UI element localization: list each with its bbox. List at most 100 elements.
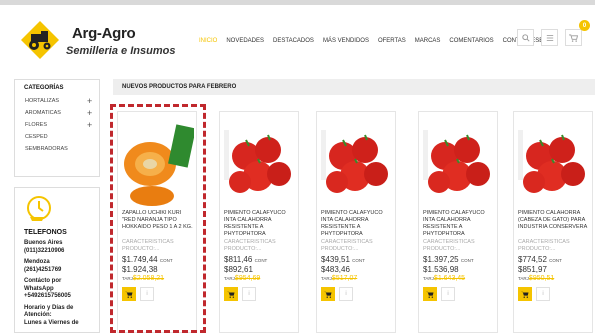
- info-button[interactable]: i: [536, 287, 550, 301]
- contact-line: +5492615756005: [24, 293, 71, 299]
- product-image[interactable]: [321, 118, 393, 208]
- price-cash: $774,52 CONT: [518, 255, 562, 264]
- cart-count-badge: 0: [579, 20, 590, 31]
- contact-line: (011)32210906: [24, 247, 65, 254]
- nav-item-5[interactable]: MARCAS: [415, 38, 441, 44]
- price-value: $774,52: [518, 255, 547, 264]
- cart-icon: [227, 291, 235, 298]
- category-item[interactable]: AROMATICAS: [25, 110, 61, 116]
- nav-item-6[interactable]: COMENTARIOS: [449, 38, 493, 44]
- contact-line: Buenos Aires: [24, 240, 63, 246]
- price-card: $892,61: [224, 265, 253, 274]
- product-desc: CARACTERISTICAS PRODUCTO:...: [423, 239, 475, 252]
- brand-name[interactable]: Arg-Agro: [72, 25, 136, 42]
- old-price: TARJ$950,51: [518, 275, 554, 282]
- product-card[interactable]: PIMIENTO CALAHORRA (CABEZA DE GATO) PARA…: [513, 111, 593, 333]
- categories-title: CATEGORÍAS: [24, 85, 64, 91]
- contact-line: Lunes a Viernes de: [24, 319, 79, 326]
- expand-plus-icon[interactable]: +: [87, 121, 92, 130]
- price-value: $1.749,44: [122, 255, 158, 264]
- price-suffix: CONT: [159, 258, 173, 263]
- section-header: NUEVOS PRODUCTOS PARA FEBRERO: [113, 79, 595, 95]
- cart-icon: [125, 291, 133, 298]
- category-item[interactable]: FLORES: [25, 122, 47, 128]
- add-to-cart-button[interactable]: [423, 287, 437, 301]
- nav-item-0[interactable]: INICIO: [199, 38, 217, 44]
- product-image[interactable]: [518, 118, 590, 208]
- product-name[interactable]: PIMIENTO CALAFYUCO INTA CALAHORRA RESIST…: [423, 210, 497, 238]
- old-price: TARJ$1.643,45: [423, 275, 465, 282]
- product-image[interactable]: [423, 118, 495, 208]
- price-value: $1.397,25: [423, 255, 459, 264]
- product-card[interactable]: PIMIENTO CALAFYUCO INTA CALAHORRA RESIST…: [219, 111, 299, 333]
- old-price-label: TARJ: [321, 276, 332, 281]
- product-name[interactable]: PIMIENTO CALAHORRA (CABEZA DE GATO) PARA…: [518, 210, 592, 231]
- old-price-value: $1.643,45: [433, 275, 466, 282]
- info-button[interactable]: i: [339, 287, 353, 301]
- search-icon: [521, 33, 530, 42]
- contact-line: Mendoza: [24, 259, 50, 265]
- product-card[interactable]: PIMIENTO CALAFYUCO INTA CALAHORRA RESIST…: [316, 111, 396, 333]
- add-to-cart-button[interactable]: [518, 287, 532, 301]
- product-name[interactable]: PIMIENTO CALAFYUCO INTA CALAHORRA RESIST…: [224, 210, 298, 238]
- expand-plus-icon[interactable]: +: [87, 97, 92, 106]
- price-card: $1.924,38: [122, 265, 158, 274]
- old-price-value: $954,69: [234, 275, 261, 282]
- product-image[interactable]: [122, 118, 194, 208]
- add-to-cart-button[interactable]: [321, 287, 335, 301]
- price-cash: $439,51 CONT: [321, 255, 365, 264]
- contact-line: (261)4251769: [24, 266, 62, 273]
- price-cash: $1.749,44 CONT: [122, 255, 173, 264]
- contact-line: Contácto por: [24, 278, 62, 284]
- price-suffix: CONT: [549, 258, 562, 263]
- contact-line: WhatsApp: [24, 285, 54, 292]
- price-cash: $1.397,25 CONT: [423, 255, 474, 264]
- old-price-value: $517,07: [331, 275, 358, 282]
- old-price-label: TARJ: [122, 276, 133, 281]
- search-button[interactable]: [517, 29, 534, 46]
- product-desc: CARACTERISTICAS PRODUCTO:...: [518, 239, 570, 252]
- nav-item-2[interactable]: DESTACADOS: [273, 38, 314, 44]
- cart-icon: [569, 33, 578, 42]
- old-price: TARJ$954,69: [224, 275, 260, 282]
- page: Arg-Agro Semilleria e Insumos INICIO NOVE…: [0, 0, 595, 333]
- category-item[interactable]: HORTALIZAS: [25, 98, 59, 104]
- info-icon: i: [146, 291, 148, 297]
- product-image[interactable]: [224, 118, 296, 208]
- categories-panel: CATEGORÍAS HORTALIZAS + AROMATICAS + FLORES +…: [14, 79, 100, 177]
- category-item[interactable]: CESPED: [25, 134, 48, 140]
- info-button[interactable]: i: [242, 287, 256, 301]
- price-card: $1.536,98: [423, 265, 459, 274]
- add-to-cart-button[interactable]: [224, 287, 238, 301]
- header: Arg-Agro Semilleria e Insumos INICIO NOVE…: [0, 5, 595, 65]
- main-nav: INICIO NOVEDADES DESTACADOS MÁS VENDIDOS OFE…: [199, 38, 543, 44]
- contact-panel: TELEFONOS Buenos Aires (011)32210906 Mendo…: [14, 187, 100, 333]
- section-title: NUEVOS PRODUCTOS PARA FEBRERO: [122, 84, 237, 90]
- info-icon: i: [345, 291, 347, 297]
- category-item[interactable]: SEMBRADORAS: [25, 146, 68, 152]
- info-icon: i: [248, 291, 250, 297]
- tractor-logo-icon[interactable]: [20, 20, 60, 60]
- old-price: TARJ$517,07: [321, 275, 357, 282]
- info-button[interactable]: i: [441, 287, 455, 301]
- product-card[interactable]: PIMIENTO CALAFYUCO INTA CALAHORRA RESIST…: [418, 111, 498, 333]
- nav-item-4[interactable]: OFERTAS: [378, 38, 406, 44]
- cart-button[interactable]: [565, 29, 582, 46]
- nav-item-3[interactable]: MÁS VENDIDOS: [323, 38, 369, 44]
- price-card: $483,46: [321, 265, 350, 274]
- info-button[interactable]: i: [140, 287, 154, 301]
- expand-plus-icon[interactable]: +: [87, 109, 92, 118]
- product-name[interactable]: PIMIENTO CALAFYUCO INTA CALAHORRA RESIST…: [321, 210, 395, 238]
- product-desc: CARACTERISTICAS PRODUCTO:...: [122, 239, 174, 252]
- old-price-value: $950,51: [528, 275, 555, 282]
- nav-item-1[interactable]: NOVEDADES: [226, 38, 264, 44]
- contact-line: Horario y Días de: [24, 304, 74, 311]
- product-desc: CARACTERISTICAS PRODUCTO:...: [321, 239, 373, 252]
- product-card[interactable]: ZAPALLO UCHIKI KURI "RED NARANJA TIPO HO…: [117, 111, 197, 333]
- menu-button[interactable]: [541, 29, 558, 46]
- phone-clock-icon: [27, 196, 51, 221]
- add-to-cart-button[interactable]: [122, 287, 136, 301]
- price-cash: $811,46 CONT: [224, 255, 267, 264]
- old-price-label: TARJ: [518, 276, 529, 281]
- product-name[interactable]: ZAPALLO UCHIKI KURI "RED NARANJA TIPO HO…: [122, 210, 196, 231]
